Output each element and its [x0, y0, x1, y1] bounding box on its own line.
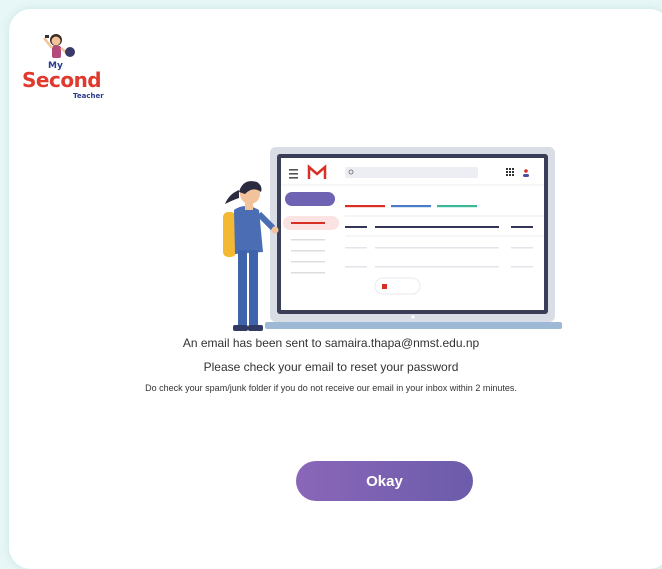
my-second-teacher-logo: My Second Teacher [18, 28, 110, 100]
okay-button[interactable]: Okay [296, 461, 473, 501]
mail-search-bar [345, 167, 478, 178]
spam-folder-note: Do check your spam/junk folder if you do… [145, 383, 517, 393]
email-sent-message: An email has been sent to samaira.thapa@… [0, 336, 662, 350]
laptop-base [265, 322, 562, 329]
reset-password-instruction: Please check your email to reset your pa… [203, 360, 459, 374]
email-sent-illustration [205, 142, 565, 342]
recipient-email: samaira.thapa@nmst.edu.np [324, 336, 480, 350]
logo-text-second: Second [22, 68, 102, 92]
hamburger-icon [289, 169, 298, 179]
apps-grid-icon [506, 168, 514, 176]
email-sent-prefix: An email has been sent to [182, 336, 325, 350]
compose-button-shape [285, 192, 335, 206]
logo-text-teacher: Teacher [73, 92, 104, 100]
